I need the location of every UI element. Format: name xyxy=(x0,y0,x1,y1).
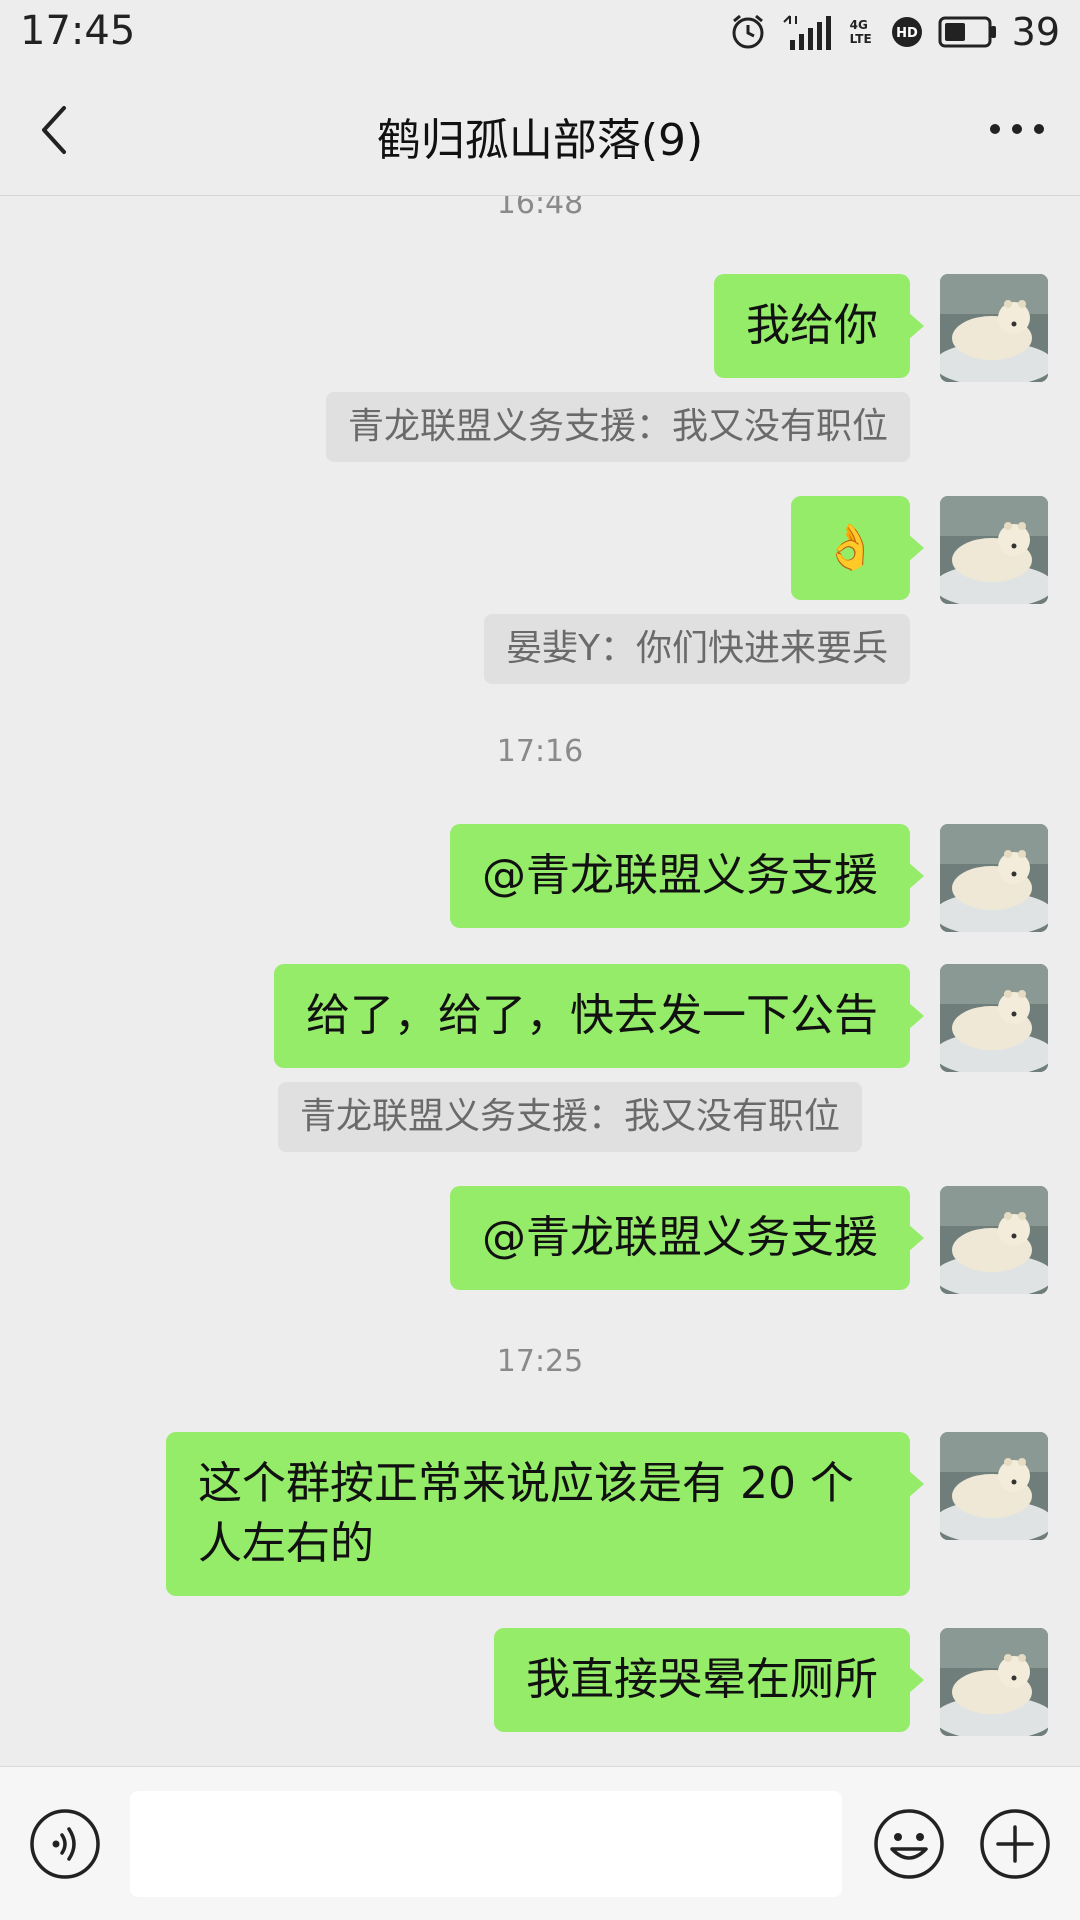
voice-icon[interactable] xyxy=(28,1807,102,1881)
polar-bear-avatar xyxy=(940,1186,1048,1294)
avatar[interactable] xyxy=(940,1186,1048,1294)
status-time: 17:45 xyxy=(20,8,136,54)
sent-message[interactable]: 👌 xyxy=(791,496,924,600)
polar-bear-avatar xyxy=(940,496,1048,604)
polar-bear-avatar xyxy=(940,824,1048,932)
alarm-icon xyxy=(732,14,764,49)
input-bar xyxy=(0,1766,1080,1920)
chat-title: 鹤归孤山部落(9) xyxy=(376,115,704,166)
quoted-message[interactable]: 青龙联盟义务支援：我又没有职位 xyxy=(277,1082,862,1152)
avatar[interactable] xyxy=(940,496,1048,604)
battery-level: 39 xyxy=(1011,10,1060,54)
avatar[interactable] xyxy=(940,964,1048,1072)
plus-icon[interactable] xyxy=(978,1807,1052,1881)
message-input[interactable] xyxy=(130,1791,842,1897)
quoted-message[interactable]: 晏婓Y：你们快进来要兵 xyxy=(484,614,910,684)
status-bar: 17:45 4G LTE HD 39 xyxy=(0,0,1080,64)
chat-header: 鹤归孤山部落(9) xyxy=(0,64,1080,196)
time-label: 17:16 xyxy=(496,734,584,769)
status-icons: 4G LTE HD 39 xyxy=(728,10,1060,54)
sent-message[interactable]: 这个群按正常来说应该是有 20 个人左右的 xyxy=(166,1432,924,1596)
quoted-message[interactable]: 青龙联盟义务支援：我又没有职位 xyxy=(325,392,910,462)
network-type: 4G LTE xyxy=(849,18,872,46)
sent-message[interactable]: @青龙联盟义务支援 xyxy=(450,1186,924,1290)
sent-message[interactable]: 给了，给了，快去发一下公告 xyxy=(274,964,924,1068)
time-label: 16:48 xyxy=(496,196,584,221)
polar-bear-avatar xyxy=(940,274,1048,382)
more-icon[interactable] xyxy=(982,104,1052,154)
sent-message[interactable]: 我给你 xyxy=(714,274,924,378)
sent-message[interactable]: @青龙联盟义务支援 xyxy=(450,824,924,928)
battery-icon xyxy=(938,16,996,48)
hd-icon: HD xyxy=(891,17,922,47)
avatar[interactable] xyxy=(940,1628,1048,1736)
time-label: 17:25 xyxy=(496,1344,584,1379)
emoji-icon[interactable] xyxy=(872,1807,946,1881)
polar-bear-avatar xyxy=(940,1628,1048,1736)
avatar[interactable] xyxy=(940,1432,1048,1540)
signal-icon xyxy=(782,15,831,50)
message-list[interactable]: 16:48 我给你 青龙联盟义务支援：我又没有职位 👌 晏婓Y：你们快进来要兵 xyxy=(0,196,1080,1766)
sent-message[interactable]: 我直接哭晕在厕所 xyxy=(494,1628,924,1732)
avatar[interactable] xyxy=(940,824,1048,932)
svg-text:HD: HD xyxy=(896,26,918,41)
avatar[interactable] xyxy=(940,274,1048,382)
polar-bear-avatar xyxy=(940,1432,1048,1540)
polar-bear-avatar xyxy=(940,964,1048,1072)
